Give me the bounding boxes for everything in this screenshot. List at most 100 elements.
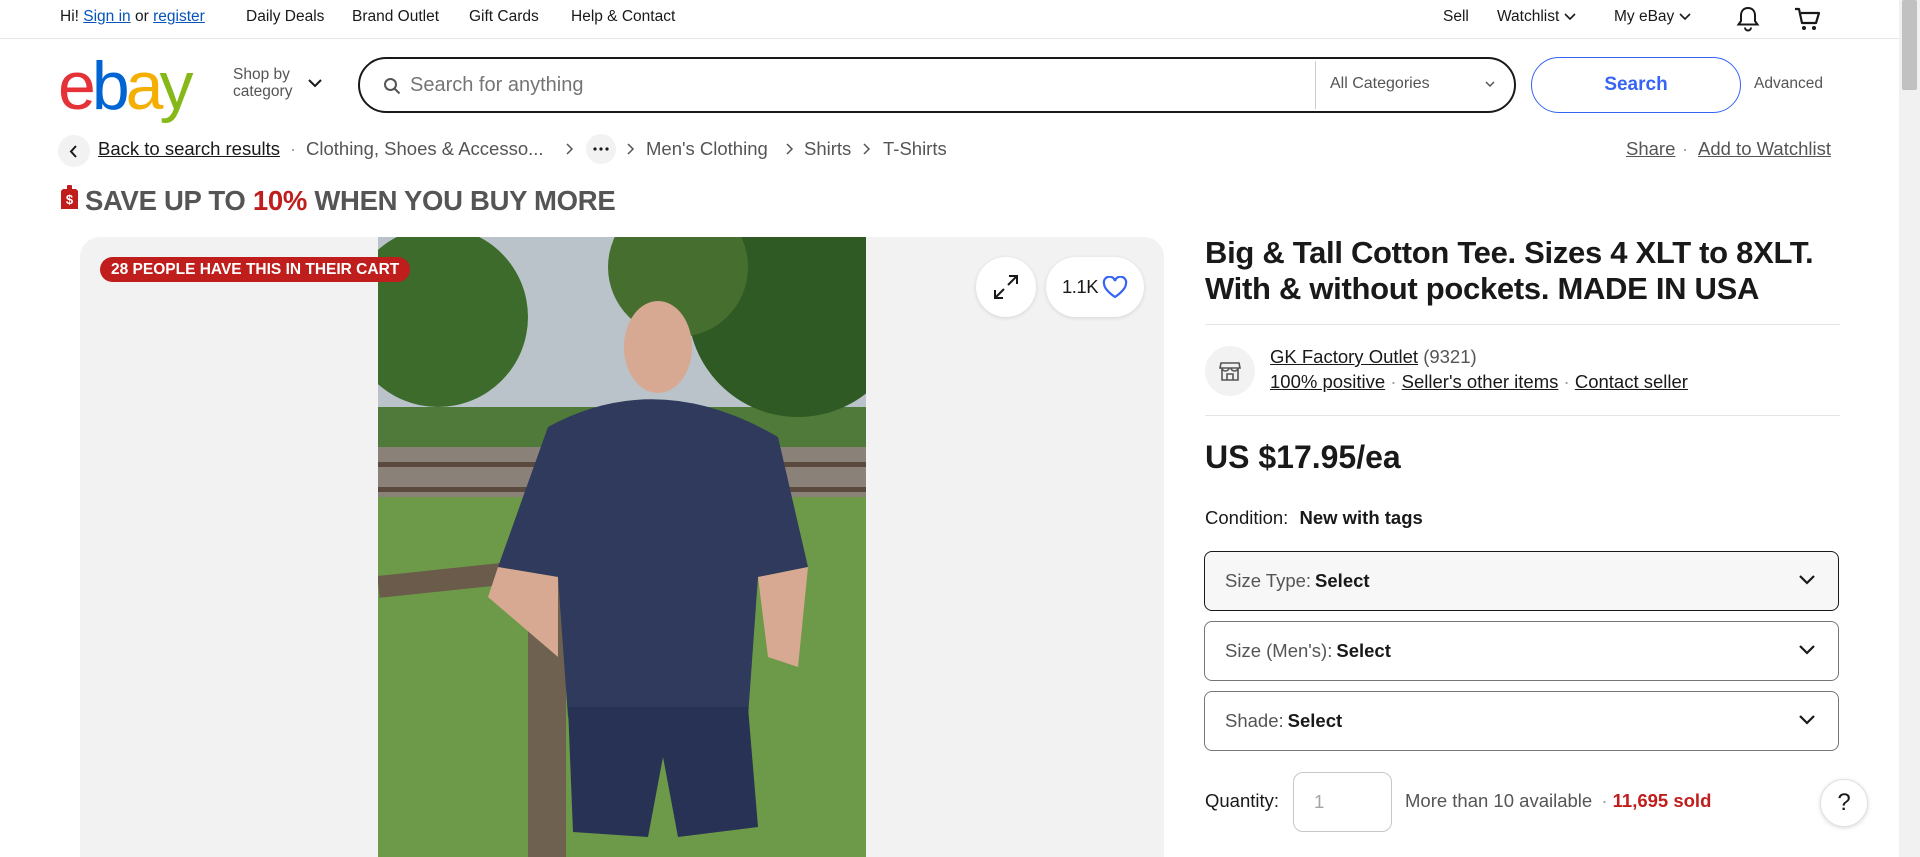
chevron-left-icon xyxy=(69,145,77,158)
greeting: Hi! Sign in or register xyxy=(60,8,205,26)
seller-info: GK Factory Outlet (9321) xyxy=(1270,346,1477,368)
scrollbar-thumb[interactable] xyxy=(1902,0,1917,90)
chevron-right-icon xyxy=(627,143,635,155)
sign-in-link[interactable]: Sign in xyxy=(83,8,130,25)
promo-prefix: SAVE UP TO xyxy=(85,185,253,216)
store-icon xyxy=(1219,362,1241,381)
item-price: US $17.95/ea xyxy=(1205,439,1401,475)
category-select[interactable]: All Categories xyxy=(1330,75,1500,93)
logo-letter-b: b xyxy=(91,48,130,124)
size-type-select[interactable]: Size Type: Select xyxy=(1204,551,1839,611)
size-select[interactable]: Size (Men's): Select xyxy=(1204,621,1839,681)
shop-by-line1: Shop by xyxy=(233,66,290,83)
seller-other-items-link[interactable]: Seller's other items xyxy=(1402,371,1559,392)
expand-icon xyxy=(994,275,1018,299)
watch-count: 1.1K xyxy=(1062,276,1099,297)
chevron-down-icon xyxy=(308,79,322,88)
back-button[interactable] xyxy=(58,135,90,167)
back-to-results-link[interactable]: Back to search results xyxy=(98,138,280,160)
top-bar: Hi! Sign in or register Daily Deals Bran… xyxy=(0,0,1899,39)
watchlist-menu[interactable]: Watchlist xyxy=(1497,8,1576,26)
dot-separator: · xyxy=(1563,371,1575,392)
sale-tag-icon: $ xyxy=(61,185,78,209)
positive-feedback-link[interactable]: 100% positive xyxy=(1270,371,1385,392)
watchlist-label: Watchlist xyxy=(1497,8,1560,25)
divider xyxy=(1205,324,1840,325)
search-divider xyxy=(1315,61,1316,109)
add-to-watchlist-link[interactable]: Add to Watchlist xyxy=(1698,138,1831,160)
breadcrumb-dot: · xyxy=(1682,138,1689,159)
shop-by-category-button[interactable]: Shop by category xyxy=(233,66,292,100)
chevron-down-icon xyxy=(1679,13,1691,21)
category-select-label: All Categories xyxy=(1330,75,1430,92)
chevron-down-icon xyxy=(1485,81,1495,88)
search-button[interactable]: Search xyxy=(1531,57,1741,113)
more-icon xyxy=(593,147,609,151)
condition-value: New with tags xyxy=(1299,507,1423,528)
contact-seller-link[interactable]: Contact seller xyxy=(1575,371,1688,392)
ebay-logo[interactable]: ebay xyxy=(58,48,193,124)
scrollbar-track[interactable] xyxy=(1899,0,1920,857)
brand-outlet-link[interactable]: Brand Outlet xyxy=(352,8,439,26)
quantity-label: Quantity: xyxy=(1205,790,1280,811)
shade-label: Shade: xyxy=(1225,710,1284,731)
size-type-label: Size Type: xyxy=(1225,570,1312,591)
chevron-down-icon xyxy=(1799,645,1815,655)
breadcrumb-item[interactable]: Clothing, Shoes & Accesso... xyxy=(306,138,544,160)
svg-text:$: $ xyxy=(66,192,74,207)
logo-letter-a: a xyxy=(125,48,164,124)
greeting-text: Hi! xyxy=(60,8,79,25)
promo-banner: SAVE UP TO 10% WHEN YOU BUY MORE xyxy=(85,185,616,217)
breadcrumb-item[interactable]: T-Shirts xyxy=(883,138,947,160)
size-label: Size (Men's): xyxy=(1225,640,1333,661)
condition-row: Condition: New with tags xyxy=(1205,507,1423,529)
dot-separator: · xyxy=(1601,790,1608,811)
help-button[interactable]: ? xyxy=(1820,779,1868,827)
my-ebay-label: My eBay xyxy=(1614,8,1675,25)
sold-count: 11,695 sold xyxy=(1612,790,1712,811)
breadcrumb-item[interactable]: Shirts xyxy=(804,138,851,160)
available-text: More than 10 available xyxy=(1405,790,1593,811)
condition-label: Condition: xyxy=(1205,507,1289,528)
seller-name-link[interactable]: GK Factory Outlet xyxy=(1270,346,1418,367)
availability: More than 10 available · 11,695 sold xyxy=(1405,790,1711,812)
logo-letter-y: y xyxy=(159,48,193,124)
or-text: or xyxy=(134,8,149,25)
chevron-right-icon xyxy=(566,143,574,155)
daily-deals-link[interactable]: Daily Deals xyxy=(246,8,324,26)
dot-separator: · xyxy=(1390,371,1402,392)
seller-score: (9321) xyxy=(1423,346,1477,367)
breadcrumb-more-button[interactable] xyxy=(586,134,616,164)
fullscreen-button[interactable] xyxy=(976,257,1036,317)
chevron-down-icon xyxy=(1564,13,1576,21)
my-ebay-menu[interactable]: My eBay xyxy=(1614,8,1691,26)
heart-icon xyxy=(1102,276,1128,299)
breadcrumb-item[interactable]: Men's Clothing xyxy=(646,138,768,160)
quantity-input[interactable]: 1 xyxy=(1293,772,1392,832)
sell-link[interactable]: Sell xyxy=(1443,8,1469,26)
bell-icon[interactable] xyxy=(1736,6,1760,32)
gift-cards-link[interactable]: Gift Cards xyxy=(469,8,539,26)
shade-select[interactable]: Shade: Select xyxy=(1204,691,1839,751)
cart-icon[interactable] xyxy=(1793,6,1821,32)
product-photo[interactable] xyxy=(378,237,866,857)
seller-avatar[interactable] xyxy=(1205,346,1255,396)
share-link[interactable]: Share xyxy=(1626,138,1675,160)
item-title: Big & Tall Cotton Tee. Sizes 4 XLT to 8X… xyxy=(1205,235,1814,306)
help-contact-link[interactable]: Help & Contact xyxy=(571,8,675,26)
register-link[interactable]: register xyxy=(153,8,205,25)
chevron-right-icon xyxy=(786,143,794,155)
watch-button[interactable]: 1.1K xyxy=(1046,257,1144,317)
seller-links: 100% positive · Seller's other items · C… xyxy=(1270,371,1688,393)
shade-value: Select xyxy=(1287,710,1343,731)
promo-suffix: WHEN YOU BUY MORE xyxy=(307,185,616,216)
chevron-down-icon xyxy=(1799,575,1815,585)
chevron-right-icon xyxy=(863,143,871,155)
search-bar: All Categories xyxy=(358,57,1516,113)
search-input[interactable] xyxy=(410,69,1290,101)
size-value: Select xyxy=(1336,640,1391,661)
breadcrumb-dot: · xyxy=(290,138,297,159)
promo-percent: 10% xyxy=(252,185,308,216)
advanced-search-link[interactable]: Advanced xyxy=(1754,75,1823,93)
shop-by-line2: category xyxy=(233,83,293,100)
